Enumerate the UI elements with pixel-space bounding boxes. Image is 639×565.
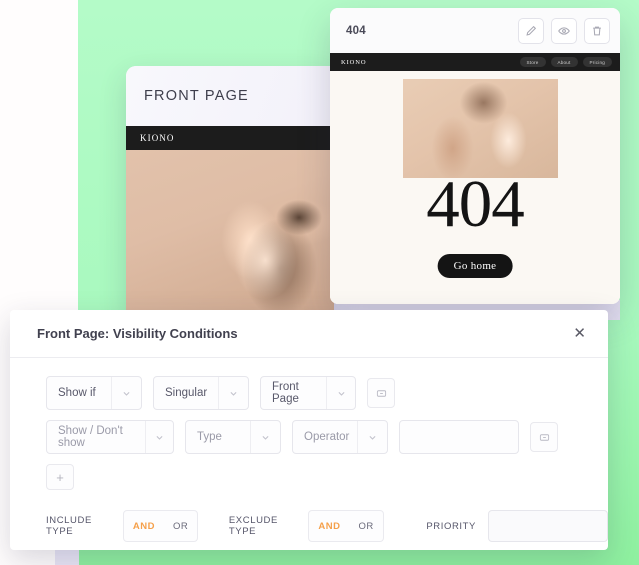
chevron-down-icon xyxy=(357,421,387,453)
include-type-and-option[interactable]: AND xyxy=(124,521,164,532)
type-select[interactable]: Type xyxy=(185,420,281,454)
front-page-hero-photo xyxy=(126,150,334,314)
edit-icon xyxy=(526,25,537,36)
show-if-select[interactable]: Show if xyxy=(46,376,142,410)
nav-pill-item[interactable]: Pricing xyxy=(582,57,612,67)
error-card-header: 404 xyxy=(330,8,620,53)
eye-icon xyxy=(558,26,570,35)
modal-body: Show if Singular Front Page Show / Don't… xyxy=(10,358,608,542)
chevron-down-icon xyxy=(218,377,248,409)
priority-label: PRIORITY xyxy=(426,520,476,532)
nav-pill-item[interactable]: About xyxy=(550,57,578,67)
nav-pill-item[interactable]: Store xyxy=(519,57,546,67)
condition-row: Show / Don't show Type Operator xyxy=(46,420,608,454)
go-home-button[interactable]: Go home xyxy=(437,254,513,278)
exclude-type-toggle[interactable]: AND OR xyxy=(308,510,384,542)
modal-footer: INCLUDE TYPE AND OR EXCLUDE TYPE AND OR … xyxy=(46,510,608,542)
delete-button[interactable] xyxy=(584,17,610,44)
error-card-title: 404 xyxy=(346,24,366,37)
exclude-type-or-option[interactable]: OR xyxy=(350,521,383,532)
error-page-preview-card[interactable]: 404 KIONO Store About Pricing 404 Go hom… xyxy=(330,8,620,304)
error-page-nav-pills: Store About Pricing xyxy=(519,57,612,67)
front-page-card-header: FRONT PAGE xyxy=(126,66,334,126)
error-page-headline: 404 xyxy=(426,167,525,241)
front-page-site-navbar: KIONO xyxy=(126,126,334,150)
remove-condition-button[interactable] xyxy=(367,378,395,408)
show-dont-show-select[interactable]: Show / Don't show xyxy=(46,420,174,454)
front-page-card-title: FRONT PAGE xyxy=(144,88,249,104)
type-select-value: Type xyxy=(197,431,222,443)
include-type-toggle[interactable]: AND OR xyxy=(122,510,199,542)
trash-icon xyxy=(593,26,601,35)
exclude-type-label: EXCLUDE TYPE xyxy=(228,515,278,537)
chevron-down-icon xyxy=(250,421,280,453)
condition-target-select-value: Front Page xyxy=(272,381,299,405)
close-icon[interactable]: ✕ xyxy=(573,326,586,341)
show-dont-show-select-value: Show / Don't show xyxy=(58,425,123,449)
error-card-actions xyxy=(518,17,610,44)
modal-header: Front Page: Visibility Conditions ✕ xyxy=(10,310,608,358)
priority-input[interactable] xyxy=(488,510,608,542)
chevron-down-icon xyxy=(111,377,141,409)
show-if-select-value: Show if xyxy=(58,387,96,399)
exclude-type-and-option[interactable]: AND xyxy=(309,521,349,532)
error-page-body: 404 Go home xyxy=(330,71,620,304)
condition-type-select-value: Singular xyxy=(165,387,208,399)
remove-condition-button[interactable] xyxy=(530,422,558,452)
include-type-or-option[interactable]: OR xyxy=(164,521,197,532)
chevron-down-icon xyxy=(145,421,173,453)
edit-button[interactable] xyxy=(518,17,544,44)
condition-target-select[interactable]: Front Page xyxy=(260,376,356,410)
operator-select[interactable]: Operator xyxy=(292,420,388,454)
preview-button[interactable] xyxy=(551,17,577,44)
condition-type-select[interactable]: Singular xyxy=(153,376,249,410)
front-page-brand-logo: KIONO xyxy=(140,133,175,143)
front-page-preview-card[interactable]: FRONT PAGE KIONO xyxy=(126,66,334,314)
operator-select-value: Operator xyxy=(304,431,350,443)
include-type-label: INCLUDE TYPE xyxy=(46,515,92,537)
modal-title: Front Page: Visibility Conditions xyxy=(37,326,238,341)
screenshot-root: FRONT PAGE KIONO 404 KIONO Store About P… xyxy=(0,0,639,565)
error-page-site-navbar: KIONO Store About Pricing xyxy=(330,53,620,71)
add-condition-button[interactable]: + xyxy=(46,464,74,490)
chevron-down-icon xyxy=(326,377,355,409)
condition-value-input[interactable] xyxy=(399,420,519,454)
condition-row: Show if Singular Front Page xyxy=(46,376,608,410)
remove-icon xyxy=(539,433,549,441)
error-page-photo xyxy=(403,79,558,178)
remove-icon xyxy=(376,389,386,397)
error-page-brand-logo: KIONO xyxy=(341,58,367,66)
visibility-conditions-modal: Front Page: Visibility Conditions ✕ Show… xyxy=(10,310,608,550)
